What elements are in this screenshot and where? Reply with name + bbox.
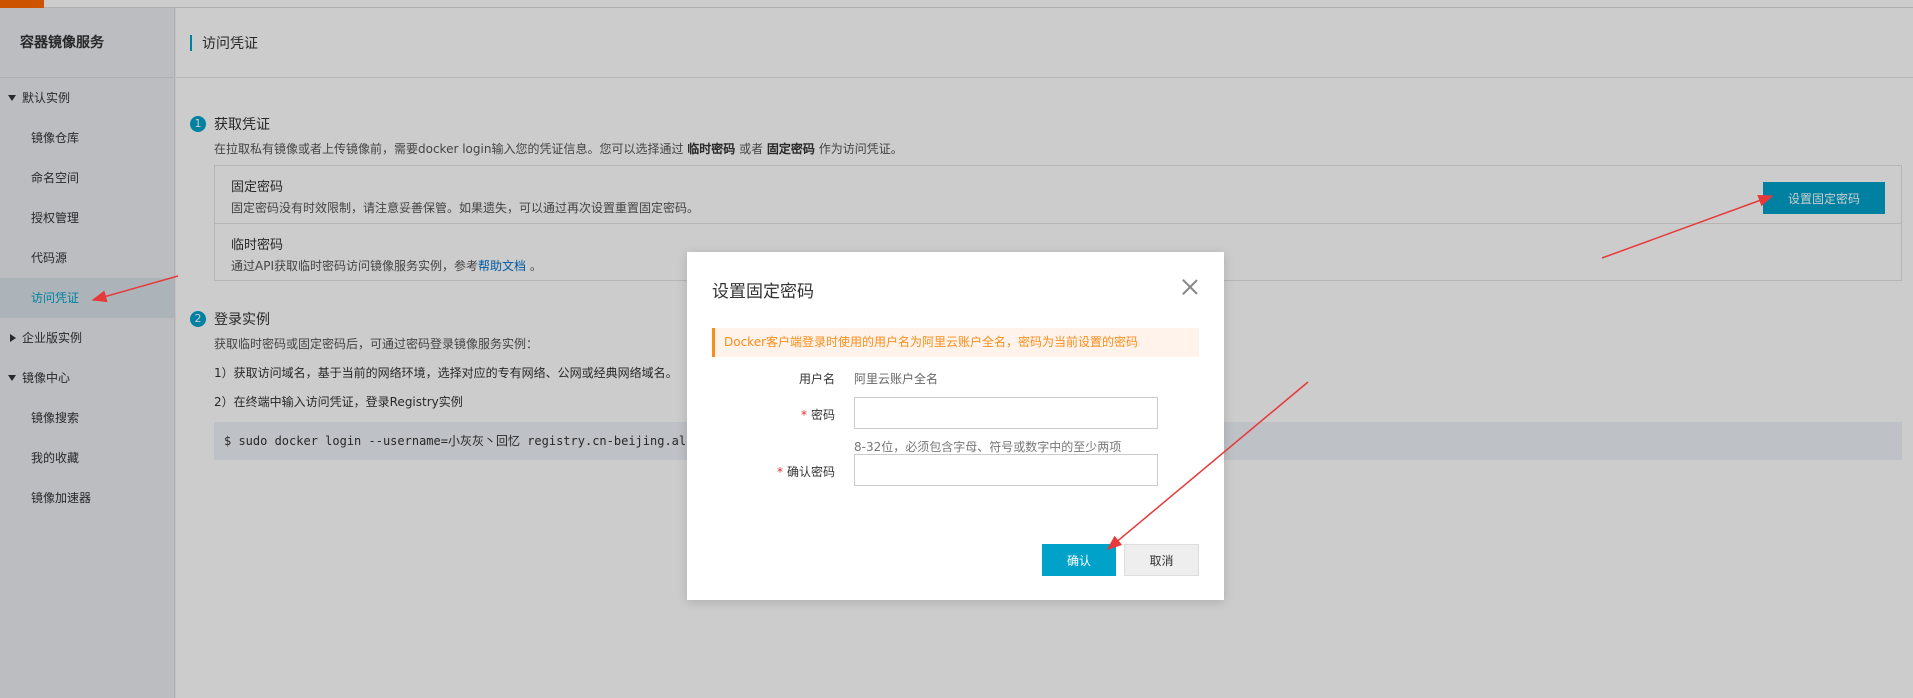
confirm-password-label: * 确认密码 (687, 463, 835, 480)
username-value: 阿里云账户全名 (854, 372, 939, 386)
password-input[interactable] (854, 397, 1158, 429)
close-icon[interactable] (1180, 277, 1200, 297)
dialog-title: 设置固定密码 (712, 282, 814, 302)
label-text: 确认密码 (786, 465, 835, 479)
info-alert: Docker客户端登录时使用的用户名为阿里云账户全名，密码为当前设置的密码 (712, 328, 1199, 357)
label-text: 密码 (810, 408, 835, 422)
password-label: * 密码 (687, 406, 835, 423)
required-mark: * (800, 408, 807, 422)
set-password-dialog: 设置固定密码 Docker客户端登录时使用的用户名为阿里云账户全名，密码为当前设… (687, 252, 1224, 600)
confirm-password-input[interactable] (854, 454, 1158, 486)
password-hint: 8-32位，必须包含字母、符号或数字中的至少两项 (854, 440, 1122, 454)
required-mark: * (776, 465, 783, 479)
cancel-button[interactable]: 取消 (1124, 544, 1199, 576)
confirm-button[interactable]: 确认 (1042, 544, 1116, 576)
username-label: 用户名 (798, 372, 835, 386)
